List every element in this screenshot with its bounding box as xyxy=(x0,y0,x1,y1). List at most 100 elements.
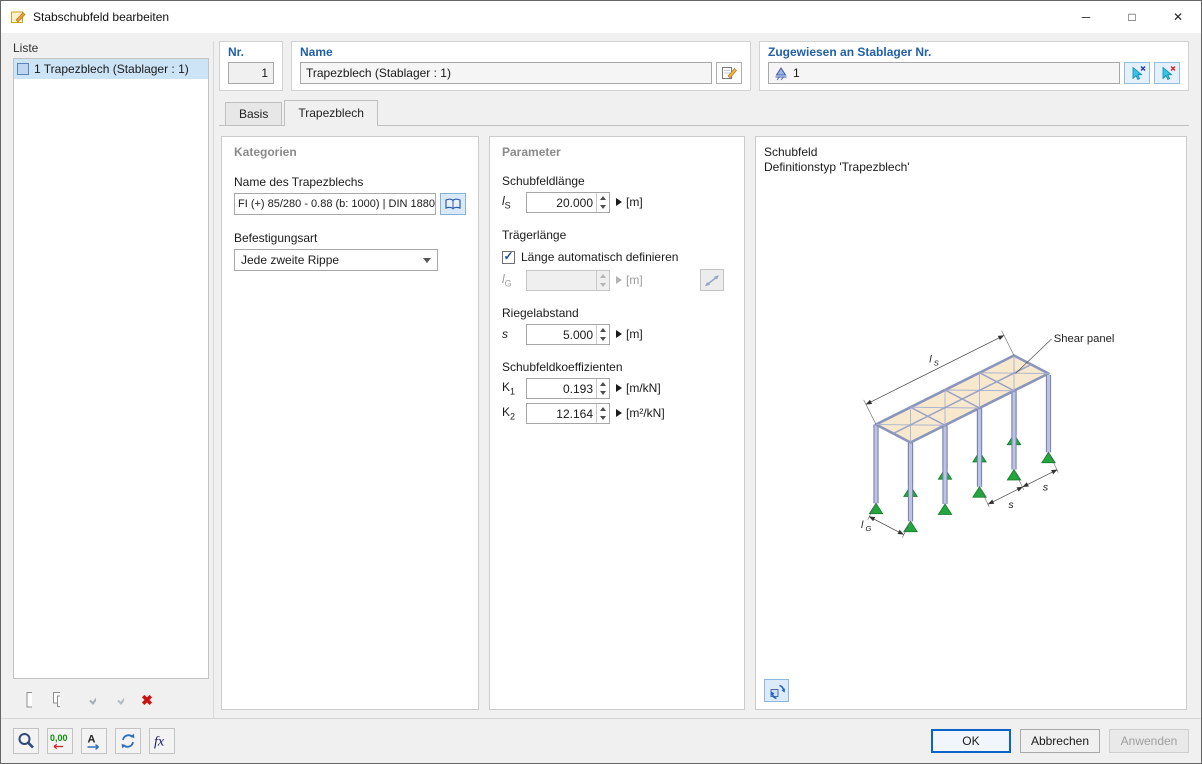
measure-arrow-icon xyxy=(705,275,719,287)
pick-arrow-remove-icon xyxy=(1162,66,1176,81)
kategorien-header: Kategorien xyxy=(234,145,297,159)
fx-icon: fx xyxy=(154,735,165,750)
window-icon xyxy=(11,11,26,23)
units-button[interactable]: A xyxy=(81,728,107,754)
refresh-view-button[interactable] xyxy=(115,728,141,754)
new-item-button[interactable] xyxy=(15,688,39,712)
dim-lg-label: l xyxy=(861,519,864,531)
k1-unit: [m/kN] xyxy=(626,381,661,395)
name-input[interactable]: Trapezblech (Stablager : 1) xyxy=(300,62,712,84)
assigned-supports-field[interactable]: 1 xyxy=(768,62,1120,84)
lg-slider-arrow-icon[interactable] xyxy=(616,276,622,284)
library-button[interactable] xyxy=(440,193,466,215)
kategorien-panel: Kategorien Name des Trapezblechs FI (+) … xyxy=(221,136,479,710)
decimal-places-text: 0,00 xyxy=(50,733,68,743)
member-support-icon xyxy=(775,66,787,80)
new-sheet-icon xyxy=(26,692,32,708)
refresh-arrows-icon xyxy=(770,684,785,699)
list-item[interactable]: 1 Trapezblech (Stablager : 1) xyxy=(14,59,208,79)
auto-length-label: Länge automatisch definieren xyxy=(521,250,679,264)
k2-value: 12.164 xyxy=(556,406,593,421)
check-arrow-gray-icon xyxy=(117,697,124,706)
number-box: Nr. 1 xyxy=(219,41,283,91)
pick-length-button[interactable] xyxy=(700,269,724,291)
formula-button[interactable]: fx xyxy=(149,728,175,754)
assigned-box: Zugewiesen an Stablager Nr. 1 xyxy=(759,41,1189,91)
chevron-down-icon xyxy=(423,257,431,263)
parameter-panel: Parameter Schubfeldlänge lS 20.000 [m] T… xyxy=(489,136,745,710)
number-label: Nr. xyxy=(228,45,245,59)
cancel-button[interactable]: Abbrechen xyxy=(1019,729,1100,753)
s-row: s 5.000 [m] xyxy=(502,323,732,345)
s-slider-arrow-icon[interactable] xyxy=(616,330,622,338)
parameter-header: Parameter xyxy=(502,145,561,159)
tab-basis[interactable]: Basis xyxy=(225,102,283,125)
lg-row: lG [m] xyxy=(502,269,732,291)
apply-to-all-button[interactable] xyxy=(79,688,103,712)
ls-input[interactable]: 20.000 xyxy=(526,191,610,213)
k2-spinner[interactable] xyxy=(596,403,609,423)
k1-input[interactable]: 0.193 xyxy=(526,377,610,399)
s-value: 5.000 xyxy=(562,327,593,342)
befestigungsart-select[interactable]: Jede zweite Rippe xyxy=(234,249,438,271)
name-box: Name Trapezblech (Stablager : 1) xyxy=(291,41,751,91)
dialog-body: Liste 1 Trapezblech (Stablager : 1) ✖ Nr… xyxy=(1,33,1201,718)
maximize-button[interactable]: □ xyxy=(1109,1,1155,33)
ok-button[interactable]: OK xyxy=(930,729,1011,753)
assigned-label: Zugewiesen an Stablager Nr. xyxy=(768,45,932,59)
k2-slider-arrow-icon[interactable] xyxy=(616,409,622,417)
regenerate-image-button[interactable] xyxy=(764,679,789,702)
trapezblech-name-field[interactable]: FI (+) 85/280 - 0.88 (b: 1000) | DIN 188… xyxy=(234,193,436,215)
list-item-label: 1 Trapezblech (Stablager : 1) xyxy=(34,62,189,76)
lg-value xyxy=(527,271,596,290)
apply-selection-button[interactable] xyxy=(107,688,131,712)
minimize-button[interactable]: ─ xyxy=(1063,1,1109,33)
main-area: Nr. 1 Name Trapezblech (Stablager : 1) Z… xyxy=(219,41,1189,718)
list-panel: Liste 1 Trapezblech (Stablager : 1) ✖ xyxy=(13,41,209,718)
ls-slider-arrow-icon[interactable] xyxy=(616,198,622,206)
ls-unit: [m] xyxy=(626,195,643,209)
pick-support-button[interactable] xyxy=(1124,62,1150,84)
titlebar: Stabschubfeld bearbeiten ─ □ ✕ xyxy=(1,1,1201,33)
apply-button[interactable]: Anwenden xyxy=(1109,729,1189,753)
decimal-places-icon: 0,00 xyxy=(50,733,68,750)
check-arrow-icon xyxy=(89,697,96,706)
deselect-support-button[interactable] xyxy=(1154,62,1180,84)
k1-slider-arrow-icon[interactable] xyxy=(616,384,622,392)
circular-arrows-icon xyxy=(121,733,135,749)
dim-lg-sub: G xyxy=(866,524,872,533)
edit-name-button[interactable] xyxy=(716,62,742,84)
lg-spinner[interactable] xyxy=(596,270,609,290)
k1-row: K1 0.193 [m/kN] xyxy=(502,377,732,399)
auto-length-checkbox[interactable]: ✓ xyxy=(502,250,515,264)
decimal-places-button[interactable]: 0,00 xyxy=(47,728,73,754)
dimension-lg: l G xyxy=(861,503,911,538)
auto-length-row: ✓ Länge automatisch definieren xyxy=(502,248,732,266)
tab-bar: Basis Trapezblech xyxy=(219,99,1189,126)
k2-input[interactable]: 12.164 xyxy=(526,402,610,424)
preview-title-line2: Definitionstyp 'Trapezblech' xyxy=(764,160,910,174)
ls-spinner[interactable] xyxy=(596,192,609,212)
k1-spinner[interactable] xyxy=(596,378,609,398)
book-icon xyxy=(445,198,461,210)
edit-pencil-icon xyxy=(722,67,737,79)
s-spinner[interactable] xyxy=(596,324,609,344)
traegerlaenge-label: Trägerlänge xyxy=(502,228,567,242)
help-search-button[interactable] xyxy=(13,728,39,754)
units-icon: A xyxy=(87,734,99,750)
s-input[interactable]: 5.000 xyxy=(526,323,610,345)
s-symbol: s xyxy=(502,327,508,341)
close-button[interactable]: ✕ xyxy=(1155,1,1201,33)
riegelabstand-label: Riegelabstand xyxy=(502,306,579,320)
vertical-divider xyxy=(213,41,214,718)
lg-input[interactable] xyxy=(526,269,610,291)
copy-item-button[interactable] xyxy=(43,688,67,712)
preview-panel: Schubfeld Definitionstyp 'Trapezblech' l… xyxy=(755,136,1187,710)
window-controls: ─ □ ✕ xyxy=(1063,1,1201,33)
delete-item-button[interactable]: ✖ xyxy=(135,688,159,712)
preview-3d-view[interactable]: l S l G s s Shear panel xyxy=(756,137,1176,682)
tab-trapezblech[interactable]: Trapezblech xyxy=(284,100,378,126)
fx-text: fx xyxy=(154,735,165,750)
shear-panel-list[interactable]: 1 Trapezblech (Stablager : 1) xyxy=(13,58,209,679)
copy-sheets-icon xyxy=(53,692,60,707)
